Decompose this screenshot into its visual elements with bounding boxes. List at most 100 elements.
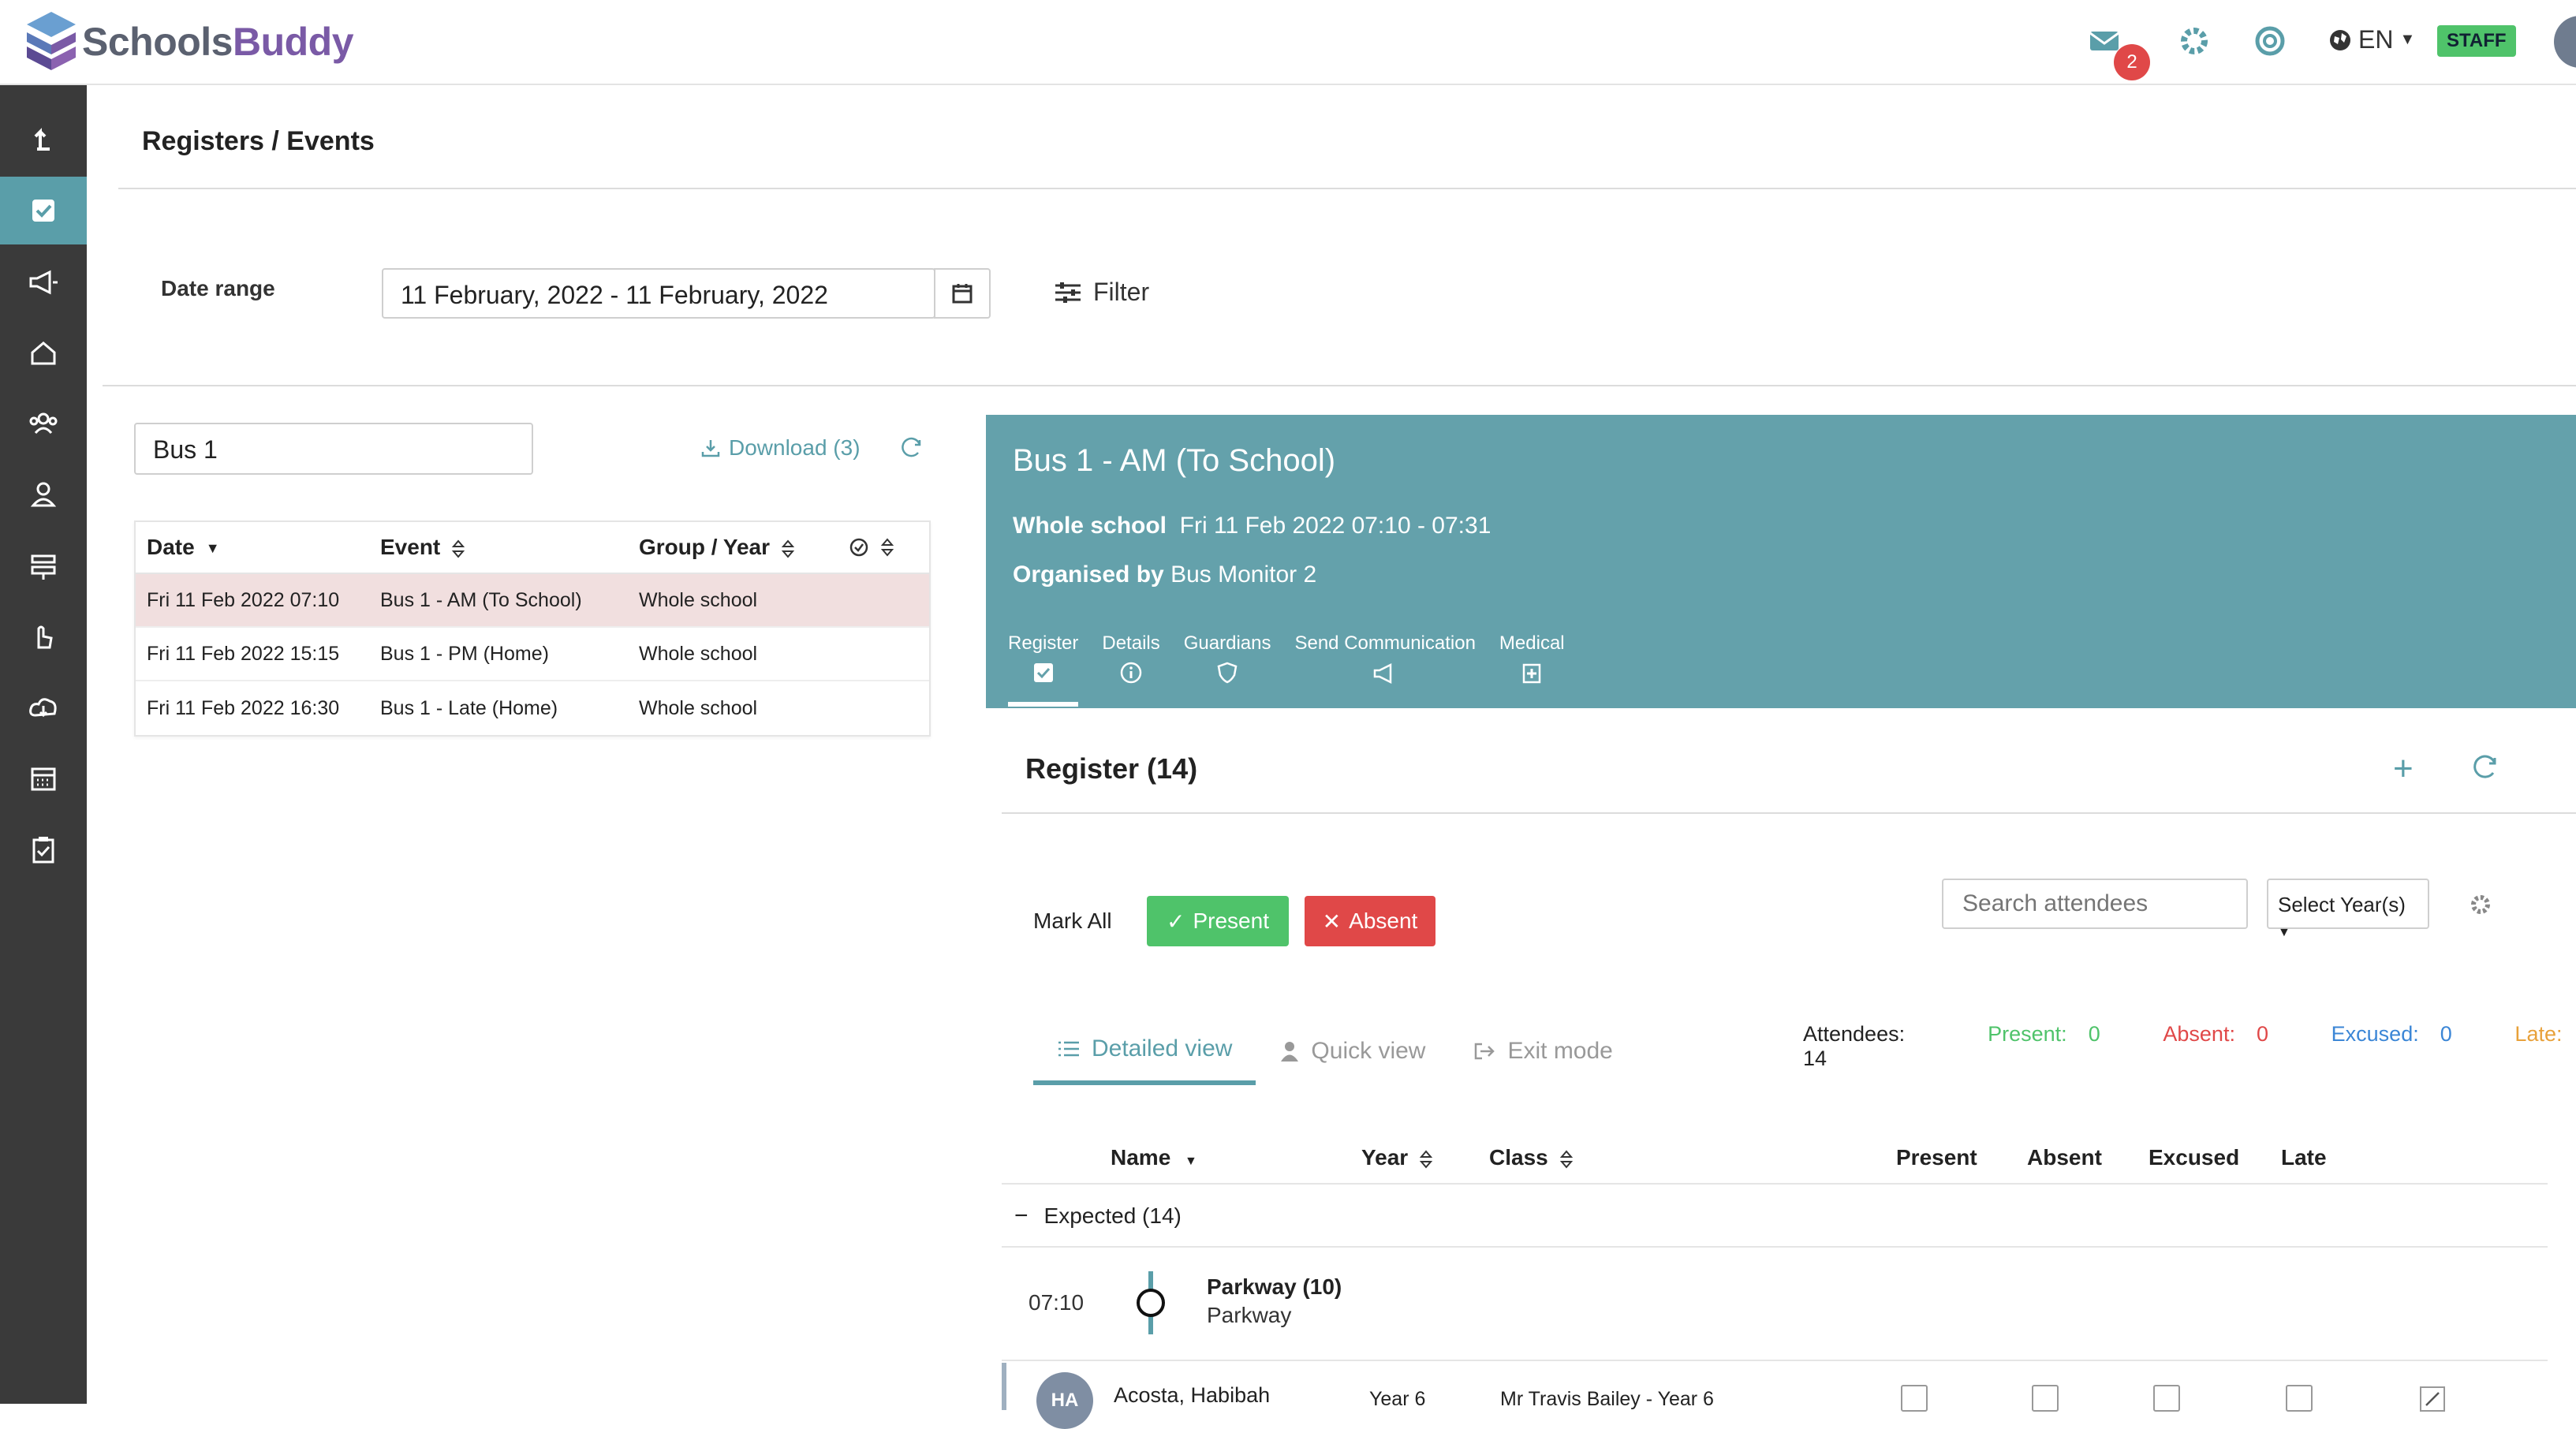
megaphone-icon [29,270,58,295]
attendee-year: Year 6 [1369,1388,1426,1410]
mail-count-badge: 2 [2114,44,2150,80]
sidebar-item-registers[interactable] [0,177,87,244]
column-event[interactable]: Event [380,535,639,560]
info-icon [1120,662,1142,684]
column-late: Late [2281,1145,2327,1170]
view-tabs: Detailed view Quick view Exit mode [1033,1017,1637,1085]
sidebar [0,85,87,1404]
sidebar-item-home[interactable] [0,319,87,386]
table-row[interactable]: Fri 11 Feb 2022 07:10 Bus 1 - AM (To Sch… [136,574,929,628]
column-group[interactable]: Group / Year [639,535,849,560]
checkbox-icon [1033,663,1053,682]
row-date: Fri 11 Feb 2022 16:30 [147,696,340,719]
sidebar-item-activities[interactable] [0,603,87,670]
checkbox-icon [32,200,54,222]
gear-icon[interactable] [2469,893,2492,916]
search-attendees-input[interactable] [1942,879,2248,929]
tab-detailed-view[interactable]: Detailed view [1033,1017,1256,1085]
sidebar-item-announcements[interactable] [0,248,87,315]
event-detail-header: Bus 1 - AM (To School) Whole school Fri … [986,415,2576,708]
home-icon [31,341,56,365]
app-logo[interactable]: SchoolsBuddy [24,8,354,76]
column-class[interactable]: Class [1489,1145,1574,1170]
mark-all-absent-button[interactable]: ✕ Absent [1305,896,1435,946]
stat-attendees: Attendees: 14 [1803,1022,1906,1070]
chevron-down-icon: ▼ [2399,31,2416,48]
expected-group-header[interactable]: − Expected (14) [1002,1186,2548,1248]
row-date: Fri 11 Feb 2022 15:15 [147,642,340,665]
download-button[interactable]: Download (3) [700,435,861,461]
attendee-row[interactable]: HA Acosta, Habibah Year 6 Mr Travis Bail… [1002,1363,2548,1429]
event-search-input[interactable]: Bus 1 [134,423,533,475]
tab-details[interactable]: Details [1102,632,1160,707]
tab-send-communication[interactable]: Send Communication [1294,632,1476,707]
stat-absent: Absent: 0 [2163,1022,2268,1046]
present-checkbox[interactable] [1901,1385,1928,1412]
exit-icon [1475,1043,1495,1060]
column-present: Present [1896,1145,1977,1170]
column-year[interactable]: Year [1361,1145,1433,1170]
filter-button[interactable]: Filter [1054,278,1149,307]
column-status[interactable] [849,537,928,558]
stop-name: Parkway (10) [1207,1274,1342,1299]
sort-desc-icon: ▼ [1185,1155,1197,1168]
avatar[interactable] [2554,16,2576,68]
excused-checkbox[interactable] [2153,1385,2180,1412]
sort-icon [452,539,465,558]
sidebar-item-cloud[interactable] [0,673,87,741]
edit-icon[interactable] [2418,1385,2447,1413]
logo-icon [27,12,76,70]
tab-exit-mode[interactable]: Exit mode [1449,1017,1636,1085]
add-attendee-button[interactable]: + [2393,749,2414,789]
help-icon[interactable] [2253,24,2287,58]
role-badge: STAFF [2437,25,2516,57]
check-circle-icon [849,538,868,557]
absent-checkbox[interactable] [2032,1385,2059,1412]
download-icon [701,440,720,457]
column-absent: Absent [2027,1145,2102,1170]
bus-stop-row: 07:10 Parkway (10) Parkway [1002,1248,2548,1361]
divider [1002,812,2576,814]
attendee-name[interactable]: Acosta, Habibah [1114,1383,1270,1408]
event-organiser: Organised by Bus Monitor 2 [1013,562,1317,588]
sort-icon [1419,1150,1433,1169]
list-icon [1058,1041,1079,1057]
date-range-input[interactable]: 11 February, 2022 - 11 February, 2022 [382,268,935,319]
tab-register[interactable]: Register [1008,632,1079,707]
calendar-icon [952,284,973,304]
sidebar-item-tasks[interactable] [0,815,87,883]
mark-all-present-button[interactable]: ✓ Present [1147,896,1289,946]
register-table-header: Name ▼ Year Class Present Absent Excused… [1002,1125,2548,1185]
hand-pointer-icon [37,625,53,649]
sliders-icon [1055,282,1081,303]
stat-excused: Excused: 0 [2331,1022,2452,1046]
tab-medical[interactable]: Medical [1499,632,1565,707]
table-row[interactable]: Fri 11 Feb 2022 15:15 Bus 1 - PM (Home) … [136,628,929,681]
calendar-button[interactable] [934,268,991,319]
late-checkbox[interactable] [2286,1385,2313,1412]
sidebar-item-upload[interactable] [0,104,87,172]
download-label: Download (3) [729,435,861,460]
refresh-icon[interactable] [2469,751,2500,782]
breadcrumb: Registers / Events [142,126,375,156]
divider [103,385,2576,386]
sidebar-item-groups[interactable] [0,390,87,457]
users-icon [29,412,58,435]
sidebar-item-profile[interactable] [0,461,87,528]
tab-quick-view[interactable]: Quick view [1256,1017,1449,1085]
row-event: Bus 1 - AM (To School) [380,588,582,611]
column-date[interactable]: Date ▼ [136,535,380,560]
check-icon: ✓ [1167,909,1185,934]
language-selector[interactable]: EN ▼ [2328,25,2415,54]
year-select[interactable]: Select Year(s) ▼ [2267,879,2429,939]
refresh-icon[interactable] [898,434,924,461]
expected-group-label: Expected (14) [1043,1203,1182,1228]
sidebar-item-calendar[interactable] [0,744,87,812]
gear-icon[interactable] [2177,24,2212,58]
tab-guardians[interactable]: Guardians [1184,632,1271,707]
sidebar-item-signposts[interactable] [0,532,87,599]
language-label: EN [2358,25,2394,54]
stat-late: Late: 0 [2514,1022,2563,1046]
column-name[interactable]: Name ▼ [1111,1145,1197,1170]
table-row[interactable]: Fri 11 Feb 2022 16:30 Bus 1 - Late (Home… [136,681,929,735]
